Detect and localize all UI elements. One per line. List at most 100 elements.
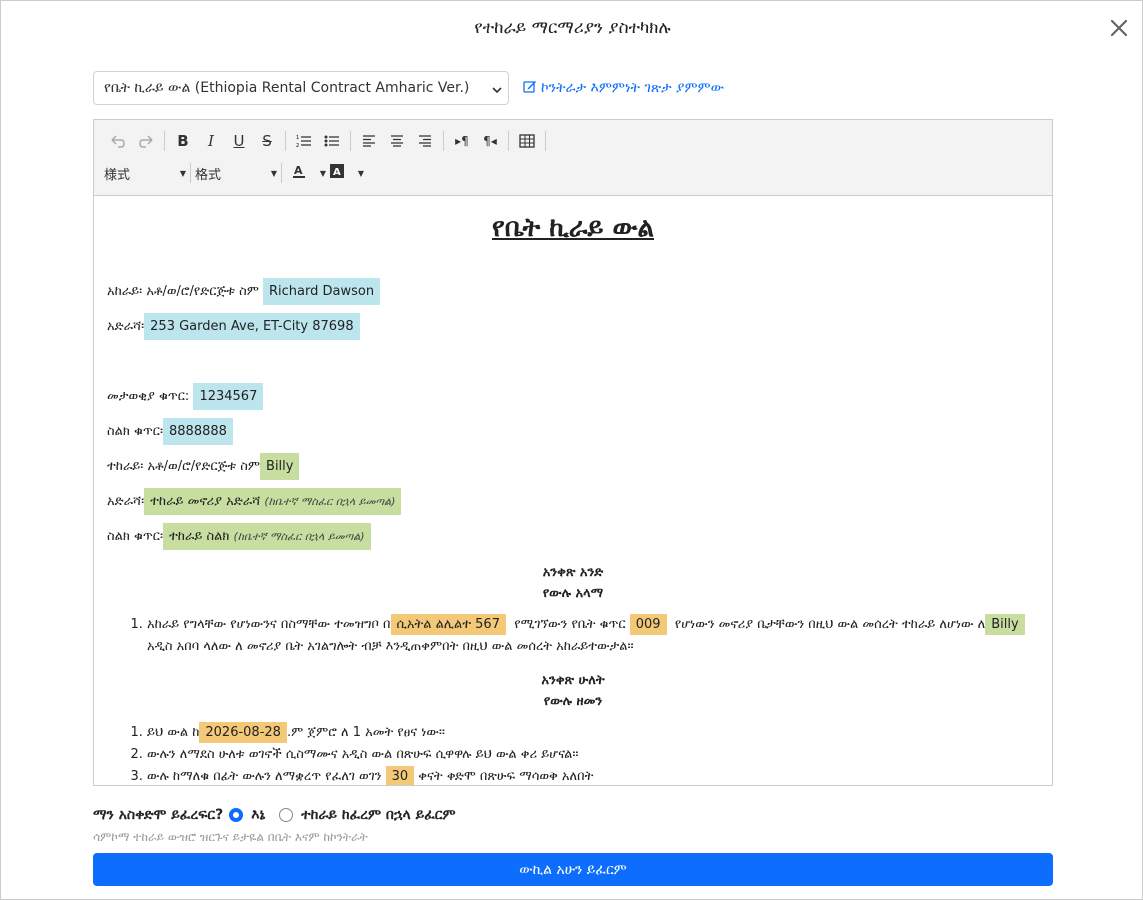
background-color-icon: A bbox=[330, 164, 344, 182]
radio-me[interactable] bbox=[229, 808, 244, 822]
style-dropdown-label: 様式 bbox=[104, 167, 131, 183]
svg-text:A: A bbox=[294, 164, 303, 177]
verify-link[interactable]: ኮንትራታ እምምነት ገጽታ ያምምው bbox=[523, 79, 724, 97]
align-center-icon[interactable] bbox=[383, 128, 411, 154]
toolbar-divider bbox=[285, 131, 286, 151]
notice-days-field[interactable]: 30 bbox=[385, 766, 415, 785]
phone-line: ስልክ ቁጥር፡ 8888888 bbox=[107, 414, 1039, 449]
article2-heading: አንቀጽ ሁለት የውሉ ዘመን bbox=[107, 670, 1039, 712]
toolbar-divider bbox=[545, 131, 546, 151]
article2-text: ቀናት ቀድሞ በጽሁፍ ማሳወቅ አለበት bbox=[418, 769, 594, 784]
tenant-name-inline-field[interactable]: Billy bbox=[985, 614, 1025, 635]
table-icon[interactable] bbox=[513, 128, 541, 154]
toolbar-divider bbox=[164, 131, 165, 151]
background-color-button[interactable]: A ▼ bbox=[330, 164, 364, 182]
italic-icon[interactable]: I bbox=[197, 128, 225, 154]
chevron-down-icon: ▼ bbox=[319, 168, 326, 178]
article1-text: አከራይ የግላቸው የሆነውንና በስማቸው ተመዝግቦ በ bbox=[147, 617, 391, 632]
svg-text:1: 1 bbox=[296, 135, 299, 141]
style-dropdown[interactable]: 様式 ▼ bbox=[104, 164, 186, 183]
toolbar-divider bbox=[350, 131, 351, 151]
editor-content[interactable]: የቤት ኪራይ ውል አከራይ፡ አቶ/ወ/ሮ/የድርጅቱ ስም Richard… bbox=[94, 196, 1052, 785]
template-select[interactable]: የቤት ኪራይ ውል (Ethiopia Rental Contract Amh… bbox=[93, 71, 509, 105]
numbered-list-icon[interactable]: 12 bbox=[290, 128, 318, 154]
svg-text:2: 2 bbox=[296, 143, 299, 148]
tenant-phone-line: ስልክ ቁጥር፡ ተከራይ ስልክ (ከቤተኛ ማስፈር በኋላ ይመጣል) bbox=[107, 519, 1039, 554]
tenant-phone-field[interactable]: ተከራይ ስልክ (ከቤተኛ ማስፈር በኋላ ይመጣል) bbox=[163, 523, 371, 550]
sign-order-help-text: ሳምኮማ ተከራይ ውዝሮ ዝርጉና ይታዬል በቤት እናም ከኮንትራት bbox=[93, 830, 368, 844]
article1-text: የሆነውን መኖሪያ ቤታቸውን በዚህ ውል መሰረት ተከራይ ለሆነው ለ bbox=[674, 617, 986, 632]
article1-heading: አንቀጽ አንድ የውሉ አላማ bbox=[107, 562, 1039, 604]
rtl-icon[interactable]: ¶◂ bbox=[476, 128, 504, 154]
article2-text: ይህ ውል ከ bbox=[147, 725, 200, 740]
toolbar-divider bbox=[281, 163, 282, 183]
redo-icon[interactable] bbox=[132, 128, 160, 154]
strikethrough-icon[interactable]: S bbox=[253, 128, 281, 154]
article2-text: .ም ጀምሮ ለ 1 አመት የፀና ነው። bbox=[286, 725, 445, 740]
article2-title: አንቀጽ ሁለት bbox=[541, 673, 605, 688]
document-title: የቤት ኪራይ ውል bbox=[492, 213, 654, 243]
chevron-down-icon bbox=[492, 83, 502, 99]
edit-icon bbox=[523, 79, 537, 97]
article1-list: አከራይ የግላቸው የሆነውንና በስማቸው ተመዝግቦ በሲአትል ልሊልተ… bbox=[107, 614, 1039, 658]
close-icon[interactable] bbox=[1108, 17, 1130, 39]
list-item: ይህ ውል ከ2026-08-28.ም ጀምሮ ለ 1 አመት የፀና ነው። bbox=[147, 722, 1039, 744]
list-item: ውሉ ከማለቁ በፊት ውሉን ለማቋረጥ የፈለገ ወገን 30 ቀናት ቀድ… bbox=[147, 766, 1039, 785]
modal-title: የተከራይ ማርማሪያን ያስተካክሉ bbox=[474, 18, 671, 38]
article1-text: የሚገኘውን የቤት ቁጥር bbox=[514, 617, 626, 632]
tenant-phone-label: ስልክ ቁጥር፡ bbox=[107, 529, 164, 544]
landlord-name-label: አከራይ፡ አቶ/ወ/ሮ/የድርጅቱ ስም bbox=[107, 284, 259, 299]
article1-text: አዲስ አበባ ላለው ለ መኖሪያ ቤት አገልግሎት ብቻ እንዲጠቀምበት… bbox=[147, 639, 634, 654]
list-item: አከራይ የግላቸው የሆነውንና በስማቸው ተመዝግቦ በሲአትል ልሊልተ… bbox=[147, 614, 1039, 658]
edit-modal: የተከራይ ማርማሪያን ያስተካክሉ የቤት ኪራይ ውል (Ethiopia… bbox=[0, 0, 1143, 900]
template-select-value: የቤት ኪራይ ውል (Ethiopia Rental Contract Amh… bbox=[104, 80, 470, 96]
article2-text: ውሉ ከማለቁ በፊት ውሉን ለማቋረጥ የፈለገ ወገን bbox=[147, 769, 382, 784]
text-color-button[interactable]: A ▼ bbox=[292, 164, 326, 182]
id-line: መታወቂያ ቁጥር: 1234567 bbox=[107, 379, 1039, 414]
article1-title: አንቀጽ አንድ bbox=[542, 565, 604, 580]
bold-icon[interactable]: B bbox=[169, 128, 197, 154]
landlord-name-field[interactable]: Richard Dawson bbox=[263, 278, 381, 305]
article2-list: ይህ ውል ከ2026-08-28.ም ጀምሮ ለ 1 አመት የፀና ነው። … bbox=[107, 722, 1039, 785]
radio-me-label[interactable]: እኔ bbox=[251, 807, 265, 823]
sign-now-button[interactable]: ውኪል አሁን ይፈርም bbox=[93, 853, 1053, 886]
format-dropdown[interactable]: 格式 ▼ bbox=[195, 164, 277, 183]
tenant-name-label: ተከራይ፡ አቶ/ወ/ሮ/የድርጅቱ ስም bbox=[107, 459, 261, 474]
rich-text-editor: B I U S 12 ▸¶ ¶◂ 様式 ▼ 格式 ▼ A ▼ A ▼ የቤት ኪ… bbox=[93, 119, 1053, 786]
undo-icon[interactable] bbox=[104, 128, 132, 154]
id-field[interactable]: 1234567 bbox=[193, 383, 264, 410]
id-label: መታወቂያ ቁጥር: bbox=[107, 389, 190, 404]
toolbar-divider bbox=[190, 163, 191, 183]
landlord-name-line: አከራይ፡ አቶ/ወ/ሮ/የድርጅቱ ስም Richard Dawson bbox=[107, 274, 1039, 309]
bullet-list-icon[interactable] bbox=[318, 128, 346, 154]
article1-subtitle: የውሉ አላማ bbox=[542, 586, 604, 601]
landlord-address-line: አድራሻ፡ 253 Garden Ave, ET-City 87698 bbox=[107, 309, 1039, 344]
verify-link-label: ኮንትራታ እምምነት ገጽታ ያምምው bbox=[541, 80, 725, 96]
ltr-icon[interactable]: ▸¶ bbox=[448, 128, 476, 154]
tenant-name-field[interactable]: Billy bbox=[260, 453, 300, 480]
chevron-down-icon: ▼ bbox=[270, 168, 277, 178]
toolbar-divider bbox=[443, 131, 444, 151]
tenant-address-field[interactable]: ተከራይ መኖሪያ አድራሻ (ከቤተኛ ማስፈር በኋላ ይመጣል) bbox=[144, 488, 402, 515]
radio-tenant-first-label[interactable]: ተከራይ ከፈረም በኋላ ይፈርም bbox=[301, 807, 455, 823]
chevron-down-icon: ▼ bbox=[357, 168, 364, 178]
start-date-field[interactable]: 2026-08-28 bbox=[199, 722, 287, 743]
format-dropdown-label: 格式 bbox=[195, 167, 222, 183]
phone-field[interactable]: 8888888 bbox=[163, 418, 233, 445]
underline-icon[interactable]: U bbox=[225, 128, 253, 154]
landlord-address-label: አድራሻ፡ bbox=[107, 319, 145, 334]
sign-order-question: ማን አስቀድሞ ይፈረፍር? bbox=[93, 807, 224, 823]
landlord-address-field[interactable]: 253 Garden Ave, ET-City 87698 bbox=[144, 313, 360, 340]
text-color-icon: A bbox=[292, 164, 306, 182]
house-number-field[interactable]: 009 bbox=[629, 614, 667, 635]
tenant-phone-value: ተከራይ ስልክ bbox=[169, 529, 230, 544]
template-row: የቤት ኪራይ ውል (Ethiopia Rental Contract Amh… bbox=[93, 71, 1053, 105]
radio-tenant-first[interactable] bbox=[279, 808, 294, 822]
sign-order-group: ማን አስቀድሞ ይፈረፍር? እኔ ተከራይ ከፈረም በኋላ ይፈርም bbox=[93, 807, 456, 823]
certificate-field[interactable]: ሲአትል ልሊልተ 567 bbox=[390, 614, 506, 635]
align-left-icon[interactable] bbox=[355, 128, 383, 154]
align-right-icon[interactable] bbox=[411, 128, 439, 154]
toolbar-divider bbox=[508, 131, 509, 151]
svg-text:A: A bbox=[333, 167, 341, 178]
